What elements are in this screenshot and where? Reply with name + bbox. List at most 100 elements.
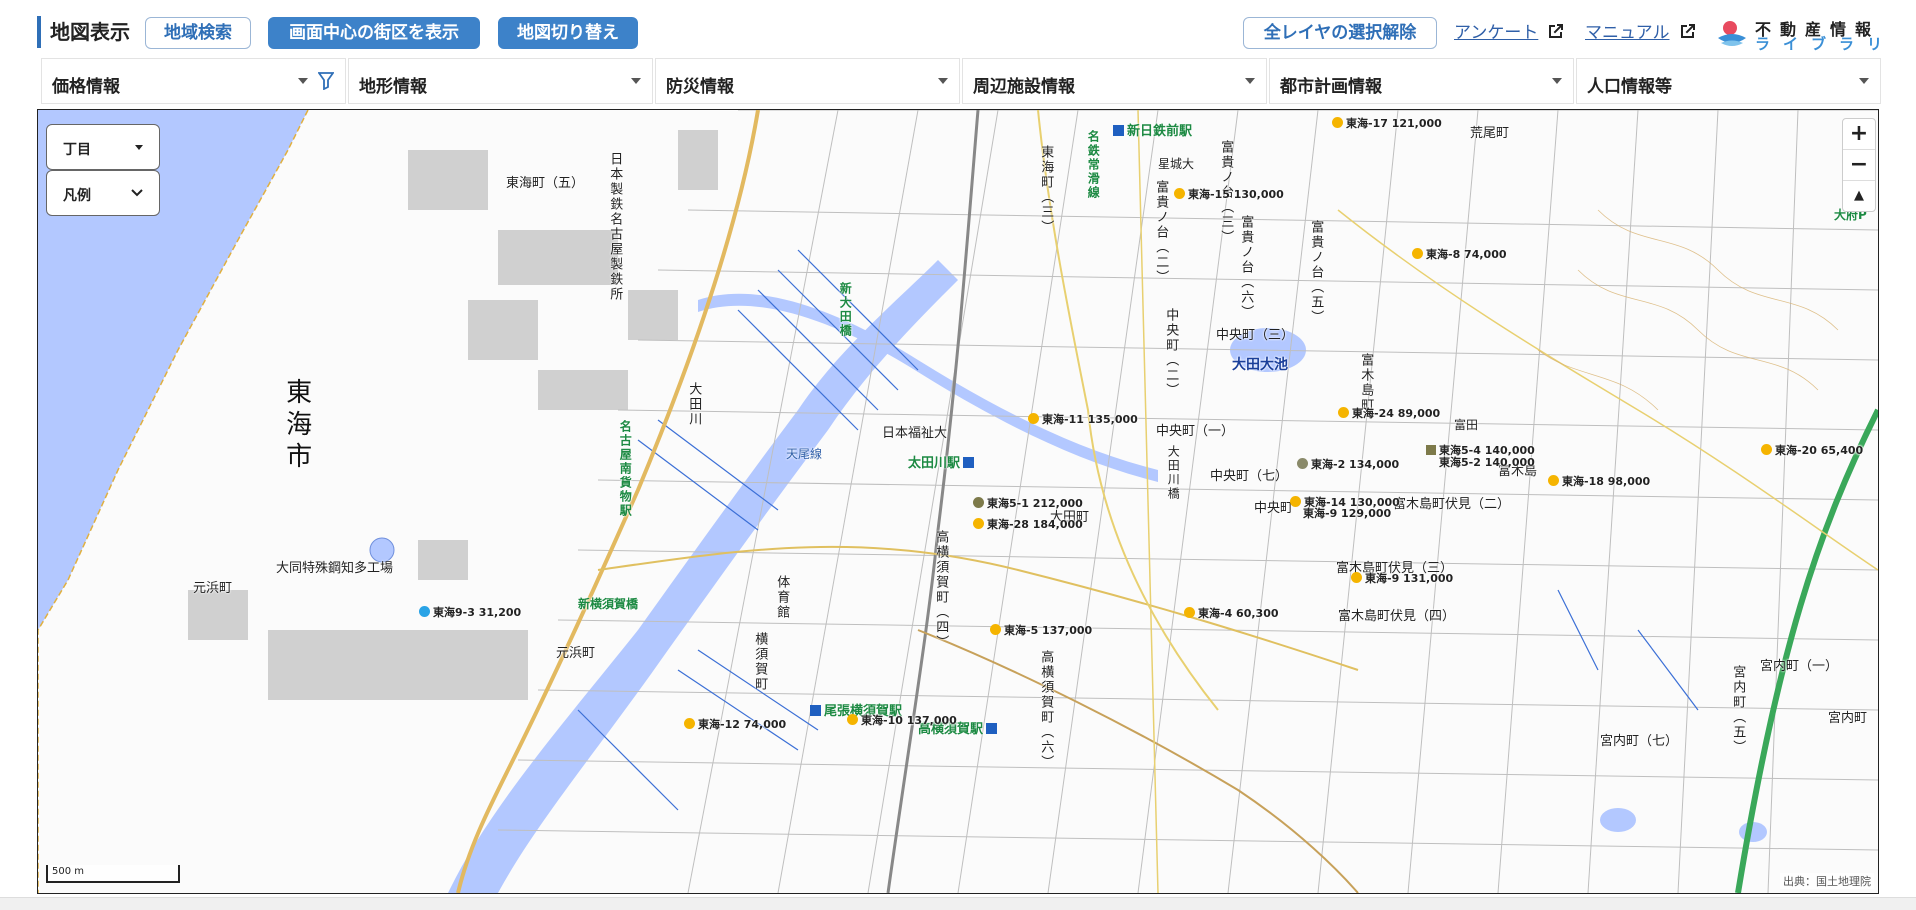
price-dot-icon xyxy=(684,718,695,729)
place-label: 中央町（三） xyxy=(1216,328,1295,343)
station-otagawa: 太田川駅 xyxy=(908,452,977,471)
price-point[interactable]: 東海-2 134,000 xyxy=(1297,458,1399,472)
survey-link[interactable]: アンケート xyxy=(1454,22,1538,44)
place-label: 大同特殊鋼知多工場 xyxy=(276,561,394,576)
chevron-down-icon xyxy=(938,78,948,84)
top-bar: 地図表示 地域検索 画面中心の街区を表示 地図切り替え 全レイヤの選択解除 アン… xyxy=(0,0,1916,62)
place-label: 富木島町伏見（四） xyxy=(1338,609,1456,624)
legend-select[interactable]: 凡例 xyxy=(46,170,160,216)
place-label: 中央町（二） xyxy=(1163,308,1179,398)
road-label: 天尾線 xyxy=(786,447,823,461)
price-dot-icon xyxy=(1184,607,1195,618)
logo-subtitle: ライブラリ xyxy=(1755,35,1896,53)
north-reset-button[interactable]: ▲ xyxy=(1843,181,1875,211)
price-point[interactable]: 東海-15 130,000 xyxy=(1174,188,1284,202)
place-label: 日本製鉄名古屋製鉄所 xyxy=(607,152,623,302)
zoom-control: + − ▲ xyxy=(1842,118,1876,212)
map-base-layer xyxy=(38,110,1878,893)
place-label: 富木島町伏見（二） xyxy=(1393,497,1511,512)
place-label: 富貴ノ台（二） xyxy=(1153,180,1169,285)
river-label: 大田川 xyxy=(686,382,702,427)
price-point[interactable]: 東海9-3 31,200 xyxy=(419,606,521,620)
place-label: 高横須賀町（六） xyxy=(1038,650,1054,770)
place-label: 高横須賀町（四） xyxy=(933,530,949,650)
price-dot-icon xyxy=(1338,407,1349,418)
map-credit: 出典：国土地理院 xyxy=(1780,873,1874,889)
station-shinnittetsu: 新日鉄前駅 xyxy=(1113,120,1192,139)
disaster-info-select[interactable]: 防災情報 xyxy=(655,58,960,104)
place-label: 元浜町 xyxy=(556,646,596,661)
price-dot-icon xyxy=(973,518,984,529)
place-label: 富木島町 xyxy=(1358,353,1374,413)
zoom-out-button[interactable]: − xyxy=(1843,150,1875,181)
river-label: 大田川橋 xyxy=(1166,445,1181,501)
fudosan-library-logo: 不動産情報 ライブラリ xyxy=(1715,16,1887,53)
place-label: 星城大 xyxy=(1158,157,1195,171)
price-dot-icon xyxy=(1174,188,1185,199)
price-point[interactable]: 東海-4 60,300 xyxy=(1184,607,1279,621)
price-point[interactable]: 東海-12 74,000 xyxy=(684,718,786,732)
price-square-icon xyxy=(1426,445,1436,455)
place-label: 富田 xyxy=(1454,418,1479,432)
price-point[interactable]: 東海5-1 212,000 xyxy=(973,497,1083,511)
place-label: 横須賀町 xyxy=(752,632,768,692)
price-dot-icon xyxy=(990,624,1001,635)
city-planning-select[interactable]: 都市計画情報 xyxy=(1269,58,1574,104)
map-switch-button[interactable]: 地図切り替え xyxy=(498,17,638,49)
price-point[interactable]: 東海-9 129,000 xyxy=(1303,507,1391,521)
external-link-icon[interactable] xyxy=(1546,21,1566,41)
chevron-down-icon xyxy=(135,145,143,150)
logo-mark-icon xyxy=(1718,21,1746,46)
price-point[interactable]: 東海-20 65,400 xyxy=(1761,444,1863,458)
price-point[interactable]: 東海-18 98,000 xyxy=(1548,475,1650,489)
price-dot-icon xyxy=(419,606,430,617)
price-dot-icon xyxy=(1761,444,1772,455)
area-search-button[interactable]: 地域検索 xyxy=(145,17,251,49)
station-label: 名古屋南貨物駅 xyxy=(618,420,633,518)
place-label: 富貴ノ台（六） xyxy=(1238,215,1254,320)
area-level-select[interactable]: 丁目 xyxy=(46,124,160,170)
select-label: 地形情報 xyxy=(359,77,427,97)
place-label: 元浜町 xyxy=(193,581,233,596)
place-label: 宮内町（一） xyxy=(1760,659,1839,674)
price-dot-icon xyxy=(1351,572,1362,583)
chevron-down-icon xyxy=(1552,78,1562,84)
station-icon xyxy=(1113,125,1124,136)
railway-label: 名鉄常滑線 xyxy=(1086,130,1101,200)
clear-all-layers-button[interactable]: 全レイヤの選択解除 xyxy=(1243,17,1437,49)
chevron-down-icon xyxy=(298,78,308,84)
price-point[interactable]: 東海-9 131,000 xyxy=(1351,572,1453,586)
external-link-icon[interactable] xyxy=(1678,21,1698,41)
price-point[interactable]: 東海5-2 140,000 xyxy=(1439,456,1535,470)
filter-icon[interactable] xyxy=(318,72,334,90)
place-label: 中央町 xyxy=(1254,501,1294,516)
map-canvas[interactable]: 東海市 東海町（五） 日本製鉄名古屋製鉄所 東海町（三） 新日鉄前駅 星城大 名… xyxy=(37,109,1879,894)
station-icon xyxy=(810,705,821,716)
show-center-block-button[interactable]: 画面中心の街区を表示 xyxy=(268,17,480,49)
price-dot-icon xyxy=(1548,475,1559,486)
price-point[interactable]: 東海-28 184,000 xyxy=(973,518,1083,532)
zoom-in-button[interactable]: + xyxy=(1843,119,1875,150)
population-info-select[interactable]: 人口情報等 xyxy=(1576,58,1881,104)
select-label: 周辺施設情報 xyxy=(973,77,1075,97)
bridge-label: 新横須賀橋 xyxy=(578,597,639,611)
layer-filter-bar: 価格情報 地形情報 防災情報 周辺施設情報 都市計画情報 人口情報等 xyxy=(41,58,1881,106)
terrain-info-select[interactable]: 地形情報 xyxy=(348,58,653,104)
price-point[interactable]: 東海-17 121,000 xyxy=(1332,117,1442,131)
place-label: 東海町（三） xyxy=(1038,145,1054,235)
station-icon xyxy=(963,457,975,468)
station-icon xyxy=(986,723,998,734)
place-label: 宮内町（七） xyxy=(1600,734,1679,749)
price-point[interactable]: 東海-10 137,000 xyxy=(847,714,957,728)
price-point[interactable]: 東海-24 89,000 xyxy=(1338,407,1440,421)
chevron-down-icon xyxy=(1859,78,1869,84)
price-point[interactable]: 東海-8 74,000 xyxy=(1412,248,1507,262)
price-point[interactable]: 東海-5 137,000 xyxy=(990,624,1092,638)
facility-info-select[interactable]: 周辺施設情報 xyxy=(962,58,1267,104)
price-point[interactable]: 東海-11 135,000 xyxy=(1028,413,1138,427)
manual-link[interactable]: マニュアル xyxy=(1585,22,1670,44)
scale-bar: 500 m xyxy=(46,865,180,883)
price-dot-icon xyxy=(973,497,984,508)
price-info-select[interactable]: 価格情報 xyxy=(41,58,346,104)
place-label: 宮内町 xyxy=(1828,711,1868,726)
